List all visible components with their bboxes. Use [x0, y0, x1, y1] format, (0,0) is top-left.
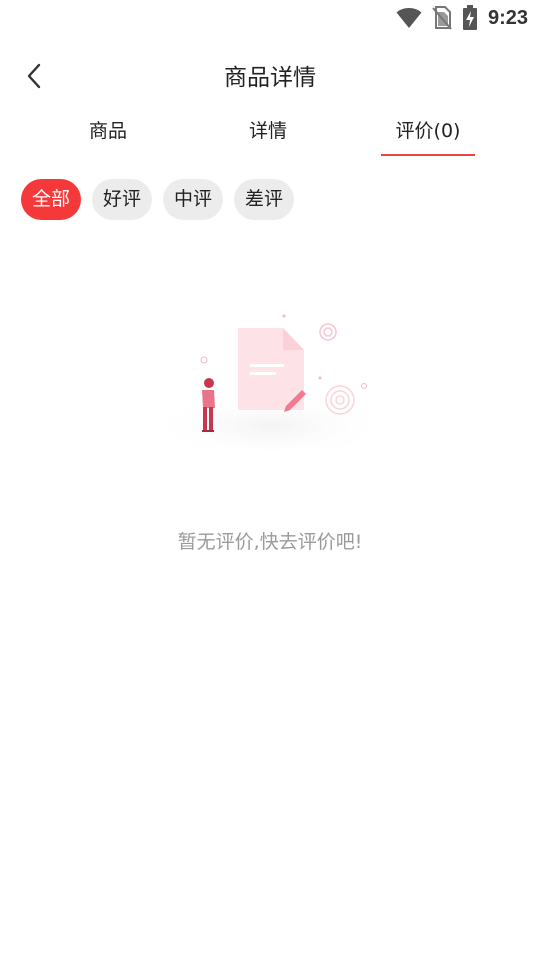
battery-charging-icon: [462, 5, 477, 30]
empty-state-message: 暂无评价,快去评价吧!: [177, 531, 363, 553]
header: 商品详情: [0, 48, 540, 100]
page-title: 商品详情: [224, 65, 316, 91]
tab-label: 评价(0): [395, 120, 461, 142]
filter-all[interactable]: 全部: [21, 179, 82, 220]
review-filter-bar: 全部 好评 中评 差评: [21, 179, 295, 220]
filter-negative[interactable]: 差评: [234, 179, 295, 220]
status-bar: 9:23: [0, 0, 540, 36]
no-sim-icon: [432, 6, 452, 30]
status-time: 9:23: [487, 6, 528, 29]
tab-details[interactable]: 详情: [220, 112, 316, 156]
empty-review-illustration: [148, 314, 392, 450]
status-icons: 9:23: [396, 4, 528, 32]
tab-bar: 商品 详情 评价(0): [0, 112, 540, 160]
tab-product[interactable]: 商品: [60, 112, 156, 156]
tab-active-indicator: [381, 154, 475, 156]
tab-label: 详情: [248, 120, 287, 142]
wifi-icon: [396, 8, 422, 28]
filter-positive[interactable]: 好评: [92, 179, 153, 220]
tab-reviews[interactable]: 评价(0): [381, 112, 475, 156]
filter-neutral[interactable]: 中评: [163, 179, 224, 220]
tab-label: 商品: [88, 120, 127, 142]
